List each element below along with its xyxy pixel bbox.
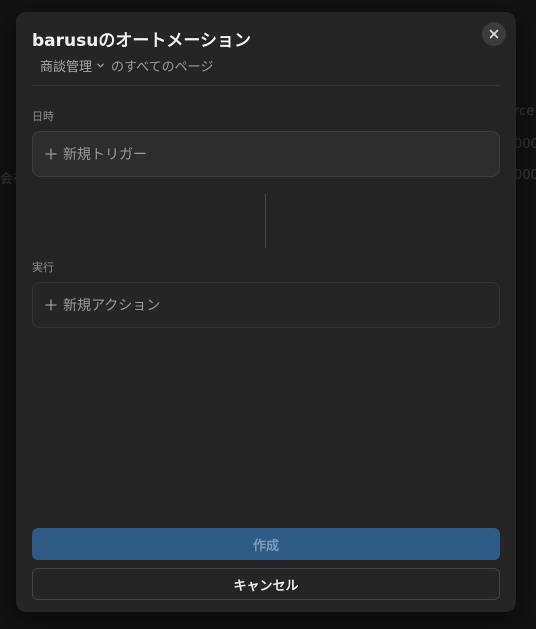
scope-text: のすべてのページ (111, 60, 214, 75)
background-fragment: rce (514, 104, 535, 119)
scope-selector: 商談管理 のすべてのページ (40, 56, 213, 75)
chevron-down-icon[interactable] (96, 61, 105, 70)
create-button[interactable]: 作成 (32, 528, 500, 560)
database-dropdown[interactable]: 商談管理 (40, 56, 92, 75)
add-action-button[interactable]: 新規アクション (32, 282, 500, 328)
header-divider (32, 85, 500, 86)
modal-title: barusuのオートメーション (32, 31, 252, 51)
add-action-label: 新規アクション (63, 298, 161, 314)
background-fragment: 000 (514, 137, 536, 152)
action-section-label: 実行 (32, 261, 54, 274)
close-button[interactable] (482, 22, 506, 46)
plus-icon (45, 299, 57, 311)
flow-connector (265, 194, 266, 248)
cancel-button[interactable]: キャンセル (32, 568, 500, 600)
automation-modal: barusuのオートメーション 商談管理 のすべてのページ 日時 新規トリガー … (16, 12, 516, 612)
add-trigger-button[interactable]: 新規トリガー (32, 131, 500, 177)
trigger-section-label: 日時 (32, 110, 54, 123)
background-fragment: 000 (514, 168, 536, 183)
plus-icon (45, 148, 57, 160)
close-icon (489, 29, 499, 39)
add-trigger-label: 新規トリガー (63, 147, 147, 163)
